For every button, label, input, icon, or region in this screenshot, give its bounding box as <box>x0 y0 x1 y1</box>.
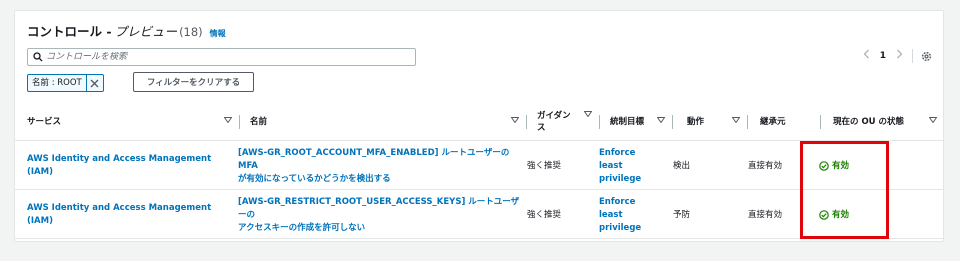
panel-header: コントロール - プレビュー (18) 情報 <box>27 21 226 40</box>
next-page-button[interactable] <box>896 49 903 62</box>
column-header-inherited-from: 継承元 <box>748 103 821 141</box>
filter-token-label: 名前 : ROOT <box>28 75 87 91</box>
table-header: サービス 名前 ガイダンス 統制目標 動作 継承元 現在の OU の状態 <box>15 103 943 141</box>
service-link[interactable]: AWS Identity and Access Management (IAM) <box>27 142 237 190</box>
preview-label: プレビュー <box>114 24 178 39</box>
caret-down-icon <box>584 111 592 117</box>
objective-link[interactable]: Enforce least privilege <box>599 142 669 190</box>
caret-down-icon <box>511 117 519 123</box>
chevron-left-icon <box>863 49 869 59</box>
guidance-value: 強く推奨 <box>527 160 562 171</box>
clear-filters-button[interactable]: フィルターをクリアする <box>133 72 254 92</box>
previous-page-button[interactable] <box>863 49 870 62</box>
current-page-number[interactable]: 1 <box>880 51 886 61</box>
chevron-right-icon <box>897 49 903 59</box>
caret-down-icon <box>929 117 937 123</box>
caret-down-icon <box>657 117 665 123</box>
search-input[interactable] <box>46 52 386 62</box>
caret-down-icon <box>732 117 740 123</box>
search-icon <box>33 52 43 62</box>
control-name-link[interactable]: [AWS-GR_ROOT_ACCOUNT_MFA_ENABLED] ルートユーザ… <box>238 142 523 190</box>
control-name-link[interactable]: [AWS-GR_RESTRICT_ROOT_USER_ACCESS_KEYS] … <box>238 191 523 239</box>
page-title: コントロール - <box>27 24 112 39</box>
preferences-button[interactable] <box>921 51 932 62</box>
caret-down-icon <box>224 117 232 123</box>
gear-icon <box>921 51 932 62</box>
behavior-value: 検出 <box>673 160 691 171</box>
info-link[interactable]: 情報 <box>210 28 226 39</box>
close-icon <box>90 79 99 87</box>
filter-token: 名前 : ROOT <box>27 74 104 92</box>
pager-divider <box>912 49 913 63</box>
guidance-value: 強く推奨 <box>527 209 562 220</box>
service-link[interactable]: AWS Identity and Access Management (IAM) <box>27 191 237 239</box>
column-header-service[interactable]: サービス <box>15 103 240 141</box>
column-header-ou-state[interactable]: 現在の OU の状態 <box>821 103 945 141</box>
highlight-box <box>800 141 889 239</box>
column-header-behavior[interactable]: 動作 <box>673 103 748 141</box>
objective-link[interactable]: Enforce least privilege <box>599 191 669 239</box>
remove-filter-button[interactable] <box>87 75 103 91</box>
behavior-value: 予防 <box>673 209 691 220</box>
column-header-name[interactable]: 名前 <box>240 103 527 141</box>
control-count: (18) <box>179 25 203 39</box>
column-header-objective[interactable]: 統制目標 <box>600 103 673 141</box>
column-header-guidance[interactable]: ガイダンス <box>527 103 600 141</box>
pagination: 1 <box>863 49 903 62</box>
search-field[interactable] <box>27 48 416 66</box>
